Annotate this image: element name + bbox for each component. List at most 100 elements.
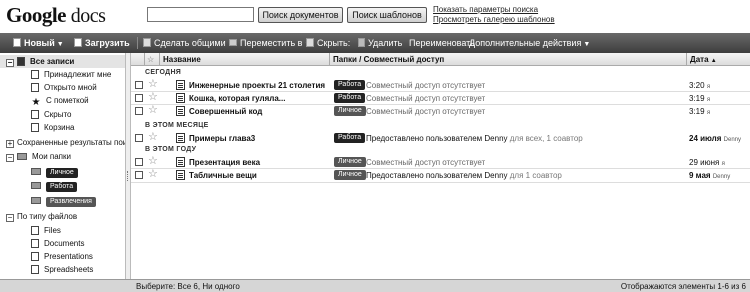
document-name[interactable]: Кошка, которая гуляла... bbox=[189, 93, 285, 104]
expand-toggle-icon[interactable]: + bbox=[6, 140, 14, 148]
rename-button[interactable]: Переименовать bbox=[409, 37, 475, 49]
folder-tag[interactable]: Работа bbox=[334, 133, 366, 143]
sidebar-type-documents[interactable]: Documents bbox=[31, 237, 84, 250]
row-checkbox[interactable] bbox=[135, 94, 143, 102]
document-name[interactable]: Презентация века bbox=[189, 157, 260, 168]
template-gallery-link[interactable]: Просмотреть галерею шаблонов bbox=[433, 15, 555, 25]
move-to-button[interactable]: Переместить в▼ bbox=[229, 37, 311, 49]
share-extra[interactable]: для всех, 1 соавтор bbox=[510, 134, 583, 143]
document-name[interactable]: Табличные вещи bbox=[189, 170, 257, 181]
document-name[interactable]: Примеры глава3 bbox=[189, 133, 255, 144]
sidebar-type-presentations[interactable]: Presentations bbox=[31, 250, 93, 263]
group-header-this-month: В ЭТОМ МЕСЯЦЕ bbox=[145, 122, 209, 129]
item-count: Отображаются элементы 1-6 из 6 bbox=[620, 282, 746, 291]
column-header-folders[interactable]: Папки / Совместный доступ bbox=[333, 54, 444, 65]
share-status: Предоставлено пользователем Denny для вс… bbox=[366, 133, 583, 144]
search-templates-button[interactable]: Поиск шаблонов bbox=[347, 7, 427, 23]
sidebar: − Все записи Принадлежит мне Открыто мной… bbox=[0, 53, 126, 279]
document-list: ☆ Название Папки / Совместный доступ Дат… bbox=[131, 53, 750, 279]
row-checkbox[interactable] bbox=[135, 134, 143, 142]
modified-by: Denny bbox=[723, 137, 741, 143]
search-input[interactable] bbox=[147, 7, 254, 22]
upload-button[interactable]: Загрузить bbox=[74, 37, 130, 49]
sidebar-item-all-items[interactable]: − Все записи bbox=[0, 55, 125, 68]
modified-by: Denny bbox=[712, 174, 731, 180]
sidebar-item-my-folders[interactable]: − Мои папки bbox=[0, 150, 71, 163]
star-toggle-icon[interactable]: ☆ bbox=[148, 168, 158, 180]
folder-tag[interactable]: Личное bbox=[334, 157, 366, 167]
row-checkbox[interactable] bbox=[135, 171, 143, 179]
column-header-date[interactable]: Дата ▲ bbox=[690, 54, 717, 67]
toolbar-divider bbox=[137, 37, 138, 49]
search-options-link[interactable]: Показать параметры поиска bbox=[433, 5, 555, 15]
date-header-label: Дата bbox=[690, 55, 709, 64]
more-actions-button[interactable]: Дополнительные действия ▼ bbox=[469, 37, 590, 49]
share-status: Совместный доступ отсутствует bbox=[366, 93, 485, 104]
more-actions-label: Дополнительные действия bbox=[469, 38, 582, 48]
sidebar-item-hidden[interactable]: Скрыто bbox=[31, 108, 72, 121]
folder-tag: Работа bbox=[46, 182, 78, 192]
star-toggle-icon[interactable]: ☆ bbox=[148, 155, 158, 167]
sort-ascending-icon: ▲ bbox=[710, 58, 717, 64]
search-documents-button[interactable]: Поиск документов bbox=[258, 7, 343, 23]
date-text: 3:20 bbox=[689, 81, 705, 90]
hide-label: Скрыть: bbox=[317, 38, 351, 48]
folder-tag[interactable]: Личное bbox=[334, 106, 366, 116]
document-icon bbox=[176, 80, 185, 90]
sidebar-item-by-type[interactable]: − По типу файлов bbox=[0, 210, 77, 223]
table-row[interactable]: ☆ Примеры глава3 Работа Предоставлено по… bbox=[131, 131, 750, 144]
status-bar: Выберите: Все 6, Ни одного Отображаются … bbox=[0, 279, 750, 292]
table-row[interactable]: ☆ Табличные вещи Личное Предоставлено по… bbox=[131, 168, 750, 181]
folder-icon bbox=[229, 39, 237, 46]
column-header-name[interactable]: Название bbox=[163, 54, 201, 65]
new-label: Новый bbox=[24, 38, 55, 48]
star-toggle-icon[interactable]: ☆ bbox=[148, 78, 158, 90]
row-checkbox[interactable] bbox=[135, 107, 143, 115]
star-toggle-icon[interactable]: ☆ bbox=[148, 131, 158, 143]
sidebar-folder-personal[interactable]: Личное bbox=[31, 165, 78, 178]
star-toggle-icon[interactable]: ☆ bbox=[148, 91, 158, 103]
row-checkbox[interactable] bbox=[135, 158, 143, 166]
select-all-none[interactable]: Выберите: Все 6, Ни одного bbox=[136, 282, 240, 291]
collapse-toggle-icon[interactable]: − bbox=[6, 59, 14, 67]
google-docs-logo[interactable]: Google docs bbox=[6, 3, 106, 28]
collapse-toggle-icon[interactable]: − bbox=[6, 214, 14, 222]
new-button[interactable]: Новый ▼ bbox=[13, 37, 64, 49]
document-icon bbox=[31, 239, 39, 248]
share-extra[interactable]: для 1 соавтор bbox=[510, 171, 562, 180]
table-row[interactable]: ☆ Кошка, которая гуляла... Работа Совмес… bbox=[131, 91, 750, 104]
delete-button[interactable]: Удалить bbox=[358, 37, 402, 49]
share-status: Предоставлено пользователем Denny для 1 … bbox=[366, 170, 562, 181]
sidebar-item-owned[interactable]: Принадлежит мне bbox=[31, 68, 111, 81]
sidebar-folder-work[interactable]: Работа bbox=[31, 179, 78, 192]
hide-button[interactable]: Скрыть: bbox=[306, 37, 350, 49]
document-name[interactable]: Инженерные проекты 21 столетия bbox=[189, 80, 325, 91]
sidebar-item-label: Files bbox=[44, 226, 61, 235]
sidebar-folder-fun[interactable]: Развлечения bbox=[31, 194, 96, 207]
date-text: 29 июня bbox=[689, 158, 720, 167]
table-row[interactable]: ☆ Совершенный код Личное Совместный дост… bbox=[131, 104, 750, 117]
sidebar-item-label: Presentations bbox=[44, 252, 93, 261]
share-text: Совместный доступ отсутствует bbox=[366, 94, 486, 103]
sidebar-item-trash[interactable]: Корзина bbox=[31, 121, 74, 134]
sidebar-type-spreadsheets[interactable]: Spreadsheets bbox=[31, 263, 93, 276]
share-button[interactable]: Сделать общими▼ bbox=[143, 37, 235, 49]
header-star-icon[interactable]: ☆ bbox=[147, 54, 154, 65]
share-text: Совместный доступ отсутствует bbox=[366, 158, 486, 167]
sidebar-item-starred[interactable]: ★ С пометкой bbox=[31, 94, 89, 108]
star-toggle-icon[interactable]: ☆ bbox=[148, 104, 158, 116]
row-checkbox[interactable] bbox=[135, 81, 143, 89]
folder-tag[interactable]: Работа bbox=[334, 80, 366, 90]
table-row[interactable]: ☆ Презентация века Личное Совместный дос… bbox=[131, 155, 750, 168]
document-name[interactable]: Совершенный код bbox=[189, 106, 262, 117]
modified-by: я bbox=[706, 110, 711, 116]
sidebar-type-files[interactable]: Files bbox=[31, 224, 61, 237]
sidebar-item-saved-searches[interactable]: + Сохраненные результаты пои bbox=[0, 136, 125, 149]
table-row[interactable]: ☆ Инженерные проекты 21 столетия Работа … bbox=[131, 78, 750, 91]
folder-icon bbox=[31, 197, 41, 204]
folder-tag[interactable]: Личное bbox=[334, 170, 366, 180]
collapse-toggle-icon[interactable]: − bbox=[6, 154, 14, 162]
folder-tag[interactable]: Работа bbox=[334, 93, 366, 103]
sidebar-item-opened[interactable]: Открыто мной bbox=[31, 81, 97, 94]
group-header-today: СЕГОДНЯ bbox=[145, 69, 182, 76]
